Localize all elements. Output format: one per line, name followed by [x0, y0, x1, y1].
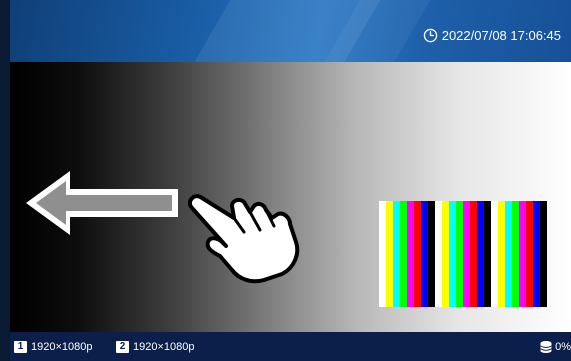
color-bar [463, 201, 470, 307]
color-bar [505, 201, 512, 307]
color-bar [386, 201, 393, 307]
clock-icon [423, 28, 437, 42]
color-bar-group [435, 201, 491, 307]
color-bar [470, 201, 477, 307]
color-bar [449, 201, 456, 307]
source-2-resolution: 1920×1080p [133, 341, 195, 353]
color-bar [519, 201, 526, 307]
storage-usage: 0% [555, 341, 571, 353]
source-2-status: 2 1920×1080p [116, 341, 194, 353]
color-bar-group [491, 201, 547, 307]
top-bar: 2022/07/08 17:06:45 [10, 0, 571, 62]
swipe-left-arrow-icon [26, 171, 178, 235]
color-bar [379, 201, 386, 307]
color-bar [512, 201, 519, 307]
color-bar-group [379, 201, 435, 307]
color-bar [491, 201, 498, 307]
status-bar: 1 1920×1080p 2 1920×1080p 0% [10, 332, 571, 361]
source-1-resolution: 1920×1080p [31, 341, 93, 353]
color-bar [533, 201, 540, 307]
color-bar [407, 201, 414, 307]
color-bar [421, 201, 428, 307]
color-bar [414, 201, 421, 307]
tap-hand-icon [187, 194, 300, 284]
color-bar [428, 201, 435, 307]
source-1-status: 1 1920×1080p [14, 341, 92, 353]
color-bar [498, 201, 505, 307]
datetime-display: 2022/07/08 17:06:45 [423, 25, 561, 45]
color-bar [435, 201, 442, 307]
color-bar [400, 201, 407, 307]
color-bar [456, 201, 463, 307]
color-bar [484, 201, 491, 307]
color-bar-test-pattern [379, 201, 571, 307]
datetime-text: 2022/07/08 17:06:45 [441, 27, 561, 43]
color-bar [477, 201, 484, 307]
color-bar [526, 201, 533, 307]
source-2-badge: 2 [116, 341, 129, 353]
storage-status: 0% [539, 340, 571, 354]
color-bar [442, 201, 449, 307]
storage-icon [540, 341, 552, 353]
color-bar [540, 201, 547, 307]
source-1-badge: 1 [14, 341, 27, 353]
color-bar [393, 201, 400, 307]
live-preview[interactable] [10, 62, 571, 332]
